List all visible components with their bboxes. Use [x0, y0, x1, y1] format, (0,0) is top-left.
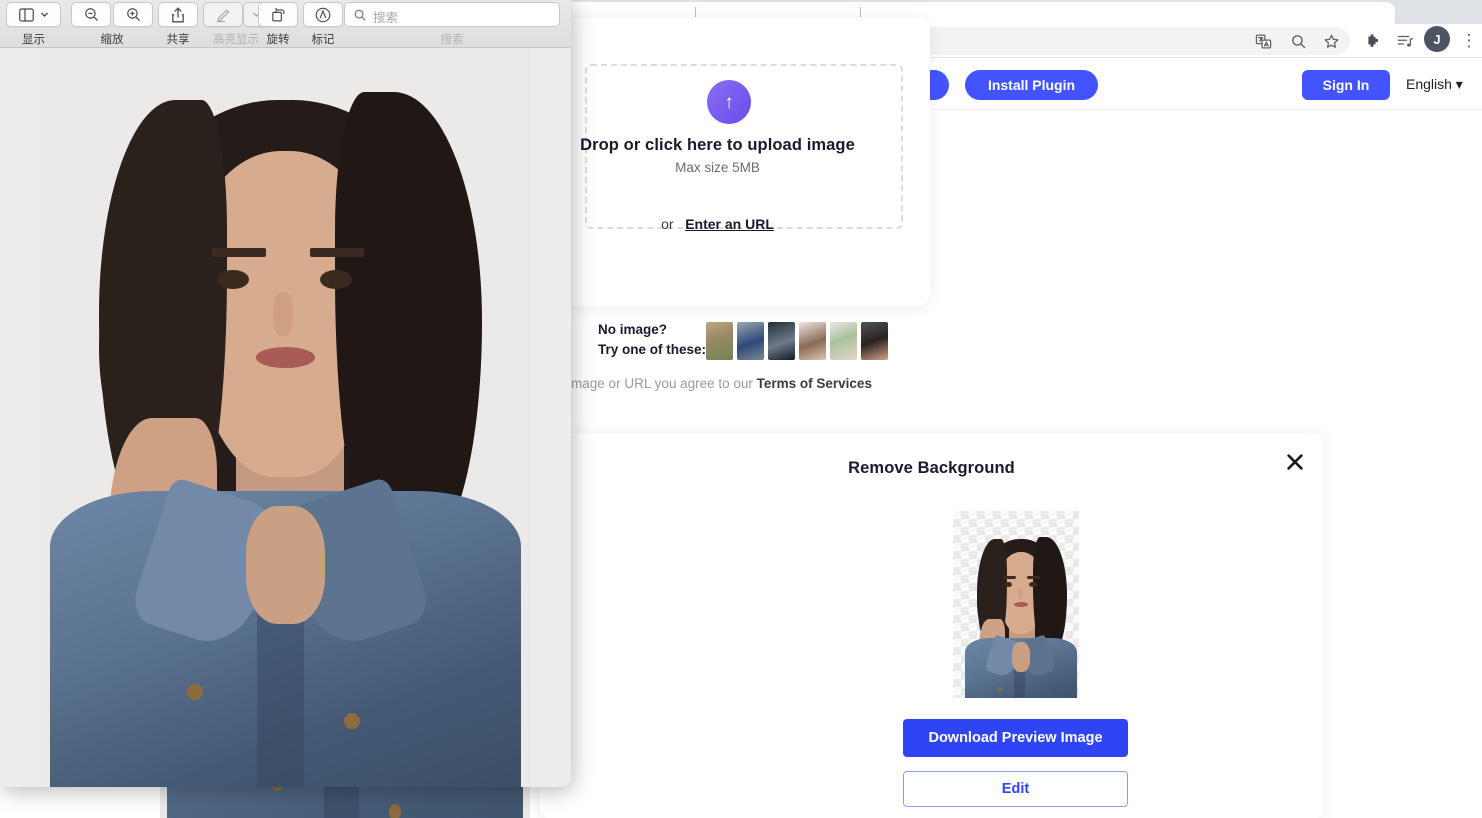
upload-arrow-icon: ↑ [707, 80, 751, 124]
highlight-pen-icon[interactable] [203, 2, 243, 27]
browser-menu-icon[interactable]: ⋮ [1456, 24, 1482, 58]
sidebar-icon[interactable] [6, 2, 61, 27]
sample-thumb-1[interactable] [706, 322, 733, 360]
sample-thumbnails [706, 322, 888, 360]
preview-toolbar-label-share: 共享 [166, 32, 190, 46]
preview-toolbar-label-search: 搜索 [440, 32, 464, 46]
preview-search-placeholder: 搜索 [373, 10, 399, 25]
language-selector[interactable]: English ▾ [1406, 76, 1463, 93]
avatar[interactable]: J [1424, 26, 1450, 52]
preview-canvas [0, 48, 571, 787]
share-icon[interactable] [158, 2, 198, 27]
zoom-search-icon[interactable] [1285, 24, 1311, 58]
sample-thumb-5[interactable] [830, 322, 857, 360]
preview-toolbar-label-display: 显示 [22, 32, 45, 46]
terms-text: ding an image or URL you agree to our Te… [520, 376, 990, 391]
tab-separator [695, 7, 696, 17]
sample-thumb-3[interactable] [768, 322, 795, 360]
install-plugin-button[interactable]: Install Plugin [965, 70, 1098, 100]
preview-search-input[interactable]: 搜索 [344, 2, 560, 27]
translate-icon[interactable] [1250, 24, 1276, 58]
or-label: or [661, 216, 674, 232]
sample-thumb-6[interactable] [861, 322, 888, 360]
extensions-puzzle-icon[interactable] [1360, 24, 1386, 58]
transparent-preview-image [953, 511, 1079, 698]
screen: J ⋮ Install Plugin Sign In English ▾ ↑ D… [0, 0, 1482, 818]
preview-app-window: 显示 缩放 共享 高亮显示 旋转 标记 搜索 搜索 [0, 0, 571, 787]
preview-toolbar-label-markup: 标记 [311, 32, 335, 46]
rotate-icon[interactable] [258, 2, 298, 27]
sample-images-row: No image? Try one of these: [520, 320, 940, 364]
preview-toolbar: 显示 缩放 共享 高亮显示 旋转 标记 搜索 搜索 [0, 0, 571, 48]
bookmark-star-icon[interactable] [1318, 24, 1344, 58]
zoom-in-icon[interactable] [113, 2, 153, 27]
enter-an-url-link[interactable]: Enter an URL [685, 216, 774, 232]
remove-background-panel: Remove Background Download Preview Image… [540, 433, 1323, 818]
sample-thumb-4[interactable] [799, 322, 826, 360]
zoom-out-icon[interactable] [71, 2, 111, 27]
preview-toolbar-label-rotate: 旋转 [266, 32, 290, 46]
sample-images-label: No image? Try one of these: [598, 322, 707, 357]
reading-list-icon[interactable] [1392, 24, 1418, 58]
sign-in-button[interactable]: Sign In [1302, 70, 1390, 100]
download-preview-image-button[interactable]: Download Preview Image [903, 719, 1128, 757]
terms-of-services-link[interactable]: Terms of Services [757, 376, 872, 391]
panel-title: Remove Background [848, 459, 1015, 477]
tab-separator [860, 7, 861, 17]
preview-toolbar-label-zoom: 缩放 [100, 32, 124, 46]
sample-thumb-2[interactable] [737, 322, 764, 360]
edit-button[interactable]: Edit [903, 771, 1128, 807]
close-icon[interactable] [1280, 447, 1310, 477]
preview-photo [40, 48, 531, 787]
markup-icon[interactable] [303, 2, 343, 27]
